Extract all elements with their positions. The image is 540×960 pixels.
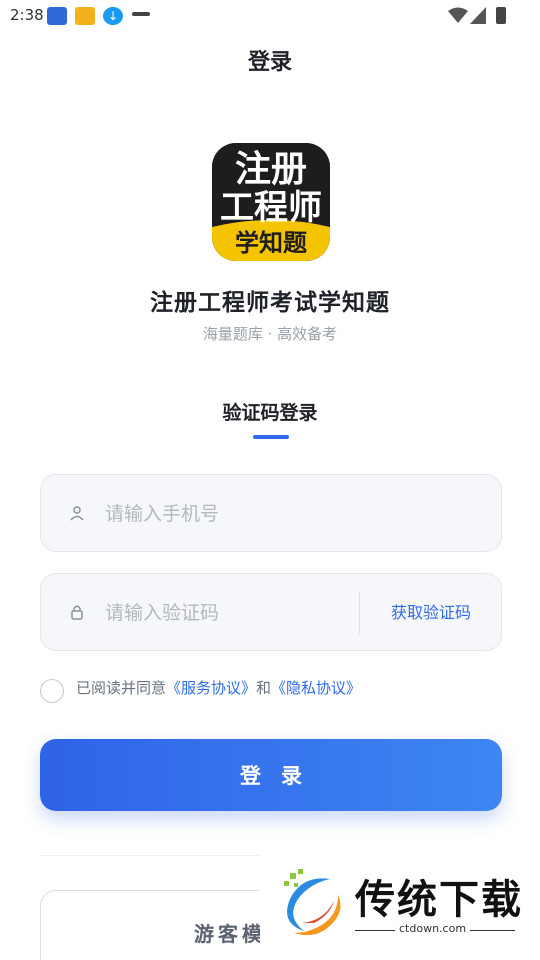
verification-code-input[interactable] xyxy=(105,596,345,630)
login-button[interactable]: 登录 xyxy=(40,739,502,811)
status-bar: 2:38 ↓ xyxy=(0,0,540,32)
phone-input[interactable] xyxy=(105,497,475,531)
watermark-url: ctdown.com xyxy=(395,922,471,935)
verification-code-field: 获取验证码 xyxy=(40,573,502,651)
status-time: 2:38 xyxy=(10,6,44,24)
user-icon xyxy=(70,506,84,521)
app-notification-icon xyxy=(132,12,150,16)
app-slogan: 海量题库 · 高效备考 xyxy=(202,325,338,343)
field-divider xyxy=(359,592,360,634)
agreement-checkbox[interactable] xyxy=(40,679,64,703)
signal-icon xyxy=(470,7,486,24)
app-name: 注册工程师考试学知题 xyxy=(150,290,390,316)
phone-field xyxy=(40,474,502,552)
agreement-prefix: 已阅读并同意 xyxy=(76,679,167,697)
service-agreement-link[interactable]: 《服务协议》 xyxy=(166,679,256,697)
logo-line-2: 工程师 xyxy=(220,188,322,228)
get-code-button[interactable]: 获取验证码 xyxy=(361,596,501,630)
privacy-agreement-link[interactable]: 《隐私协议》 xyxy=(271,679,361,697)
download-icon: ↓ xyxy=(103,7,123,25)
page-title: 登录 xyxy=(247,50,292,75)
app-notification-icon xyxy=(47,7,67,25)
lock-icon xyxy=(71,605,83,620)
logo-line-3: 学知题 xyxy=(235,229,307,257)
app-notification-icon xyxy=(75,7,95,25)
tab-indicator xyxy=(253,435,289,439)
tab-sms-login[interactable]: 验证码登录 xyxy=(0,398,540,425)
battery-icon xyxy=(496,7,506,24)
app-logo: 注册 工程师 学知题 xyxy=(212,143,330,261)
agreement-and: 和 xyxy=(256,679,272,697)
watermark-title: 传统下载 xyxy=(355,877,523,923)
watermark: 传统下载 ctdown.com xyxy=(260,855,540,960)
logo-line-1: 注册 xyxy=(235,149,307,190)
watermark-logo-icon xyxy=(284,869,341,936)
wifi-icon xyxy=(448,7,468,23)
agreement-text: 已阅读并同意《服务协议》和《隐私协议》 xyxy=(76,677,361,698)
app-logo-graphic: 注册 工程师 学知题 xyxy=(212,143,330,261)
